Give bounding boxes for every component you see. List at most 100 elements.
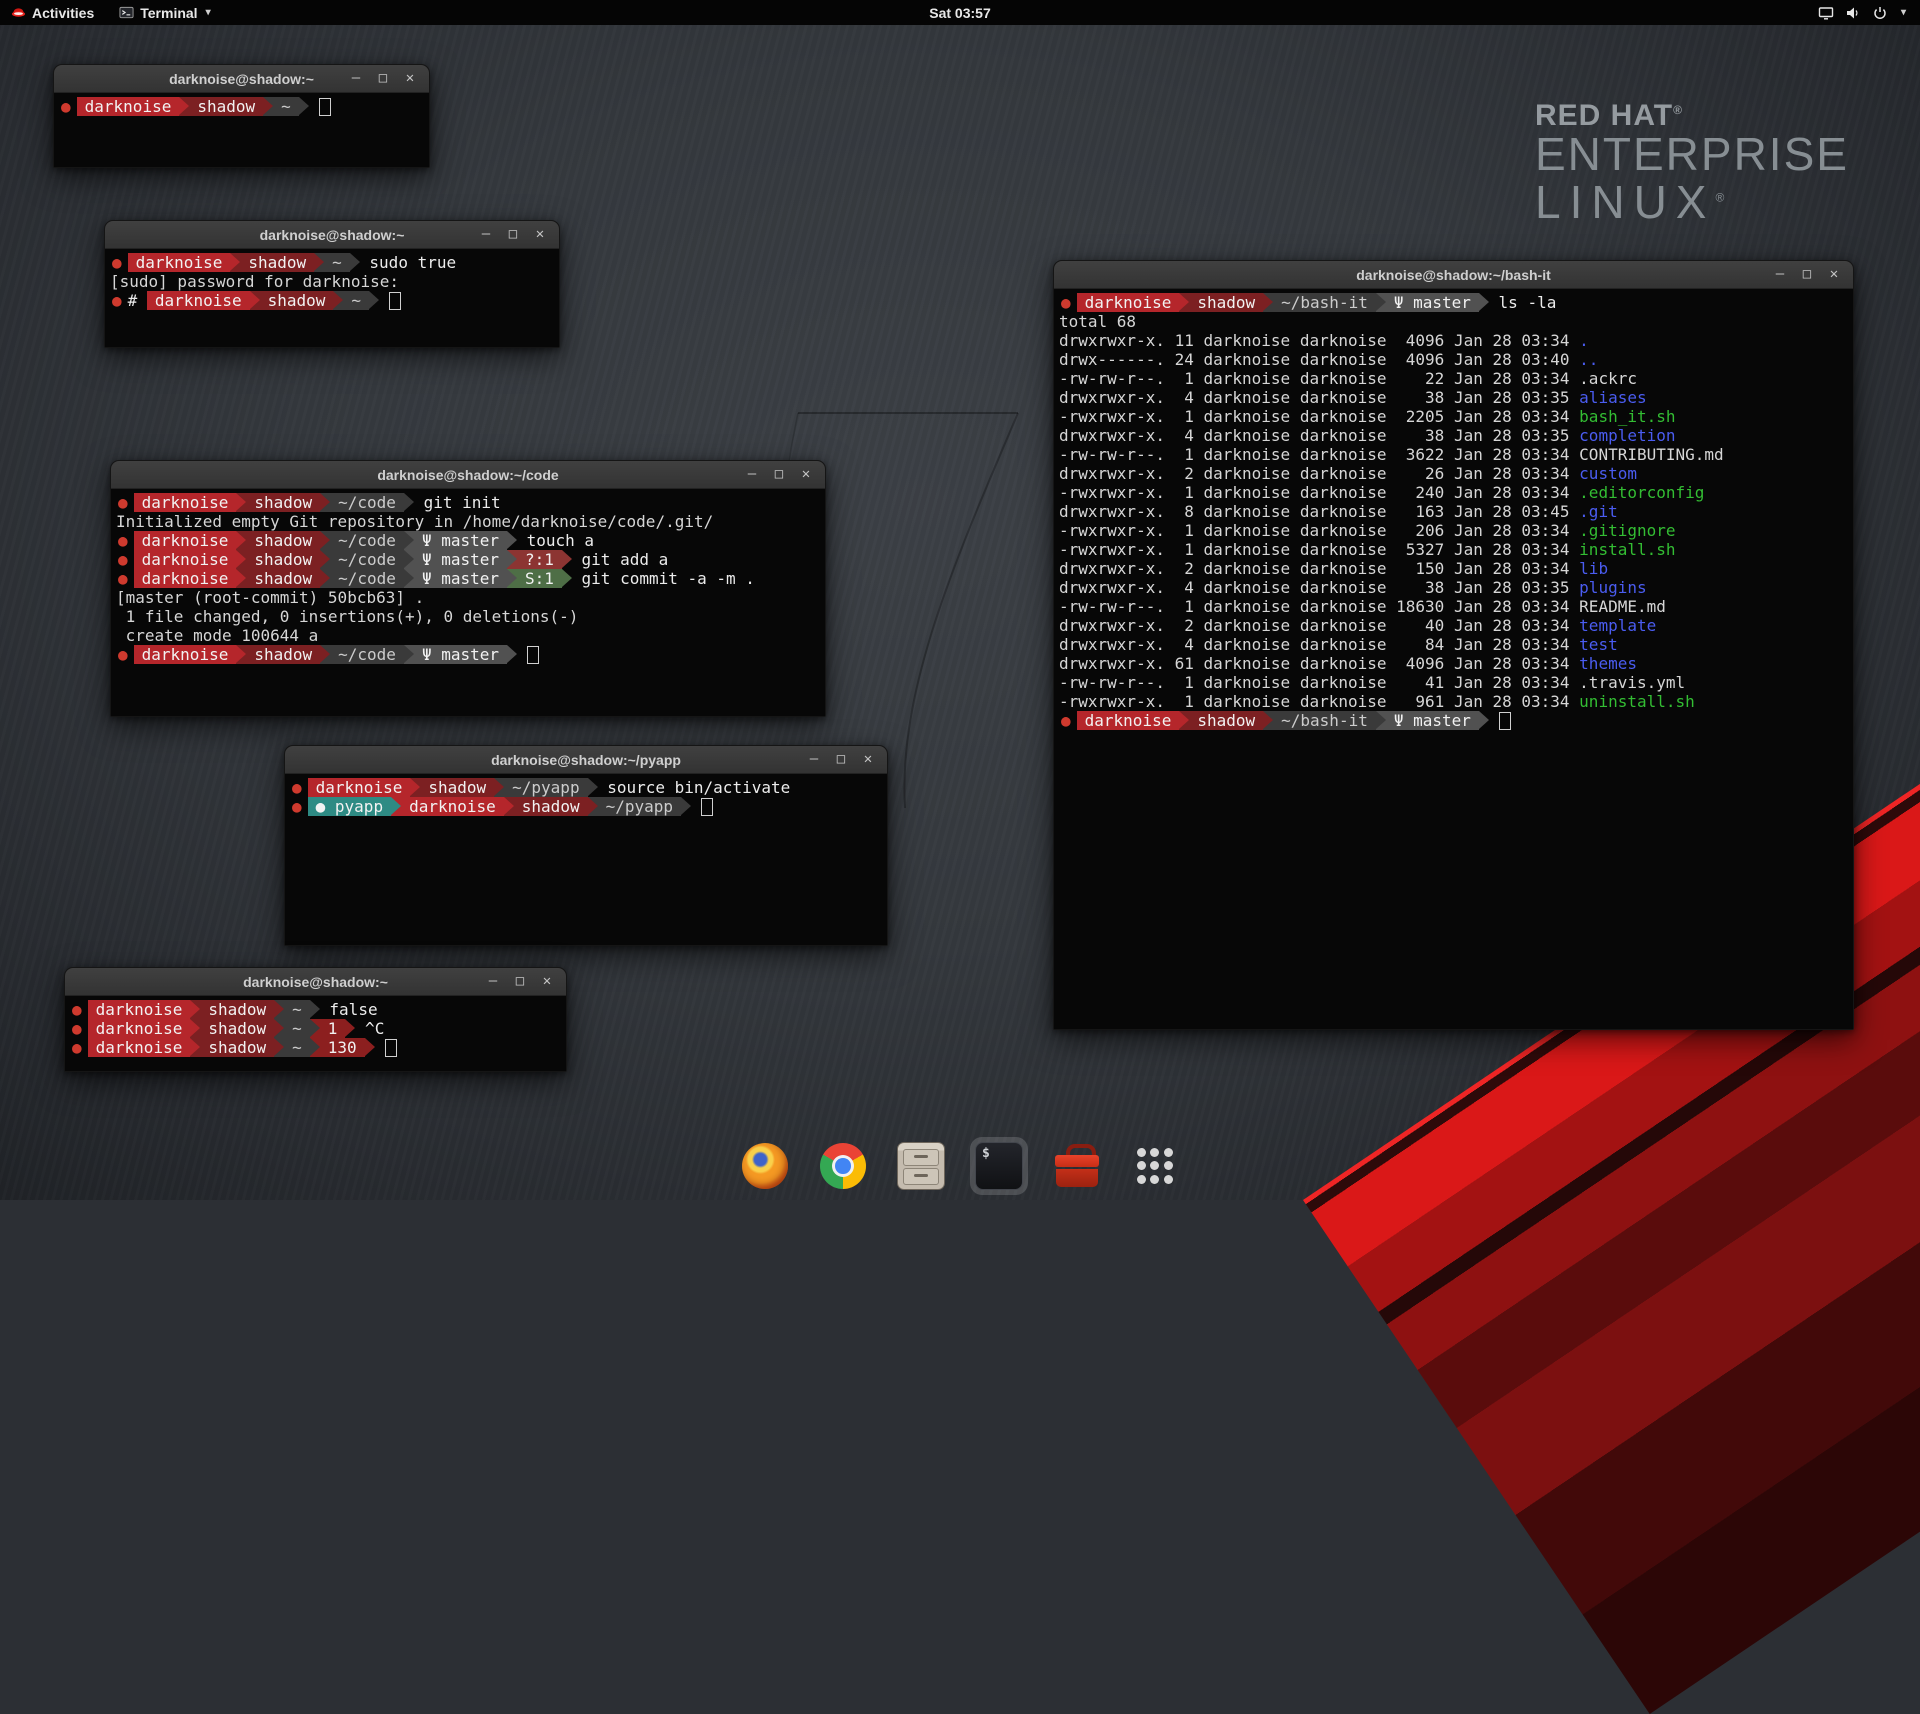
powerline-separator: [190, 1000, 200, 1019]
powerline-separator: [230, 253, 240, 272]
user-segment: darknoise: [401, 797, 504, 816]
clock[interactable]: Sat 03:57: [929, 0, 990, 25]
terminal-content[interactable]: ●darknoiseshadow~/bash-itΨ master ls -la…: [1054, 289, 1853, 1029]
app-menu[interactable]: Terminal ▾: [105, 0, 221, 25]
path-segment: ~/code: [330, 569, 404, 588]
powerline-separator: [236, 550, 246, 569]
terminal-line: ●darknoiseshadow~/codeΨ master?:1 git ad…: [116, 550, 820, 569]
window-titlebar[interactable]: darknoise@shadow:~ – □ ✕: [54, 65, 429, 93]
user-segment: darknoise: [77, 97, 180, 116]
git-segment: Ψ master: [1386, 293, 1479, 312]
powerline-separator: [333, 291, 343, 310]
volume-icon: [1845, 5, 1861, 21]
terminal-line: ●darknoiseshadow~/bash-itΨ master ls -la: [1059, 293, 1848, 312]
terminal-window-bash-it[interactable]: darknoise@shadow:~/bash-it – □ ✕ ●darkno…: [1053, 260, 1854, 1030]
system-menu[interactable]: ▾: [1804, 0, 1920, 25]
minimize-button[interactable]: –: [484, 968, 502, 995]
maximize-button[interactable]: □: [511, 968, 529, 995]
chrome-dock-icon[interactable]: [814, 1137, 872, 1195]
terminal-content[interactable]: ●darknoiseshadow~: [54, 93, 429, 167]
maximize-button[interactable]: □: [504, 221, 522, 248]
terminal-cursor: [385, 1039, 397, 1057]
maximize-button[interactable]: □: [1798, 261, 1816, 288]
terminal-cursor: [319, 98, 331, 116]
powerline-separator: [1179, 293, 1189, 312]
activities-button[interactable]: Activities: [0, 0, 105, 25]
terminal-content[interactable]: ●darknoiseshadow~ sudo true[sudo] passwo…: [105, 249, 559, 347]
terminal-text: #: [128, 291, 147, 310]
terminal-text: -rwxrwxr-x. 1 darknoise darknoise 240 Ja…: [1059, 483, 1579, 502]
close-button[interactable]: ✕: [1825, 261, 1843, 288]
files-dock-icon[interactable]: [892, 1137, 950, 1195]
host-segment: shadow: [246, 531, 320, 550]
git-segment: Ψ master: [414, 531, 507, 550]
path-segment: ~/code: [330, 493, 404, 512]
minimize-button[interactable]: –: [1771, 261, 1789, 288]
minimize-button[interactable]: –: [805, 746, 823, 773]
powerline-separator: [1479, 293, 1489, 312]
close-button[interactable]: ✕: [401, 65, 419, 92]
terminal-line: ●darknoiseshadow~: [59, 97, 424, 116]
window-titlebar[interactable]: darknoise@shadow:~/code – □ ✕: [111, 461, 825, 489]
terminal-line: -rwxrwxr-x. 1 darknoise darknoise 5327 J…: [1059, 540, 1848, 559]
terminal-line: -rwxrwxr-x. 1 darknoise darknoise 240 Ja…: [1059, 483, 1848, 502]
maximize-button[interactable]: □: [374, 65, 392, 92]
terminal-window-sudo[interactable]: darknoise@shadow:~ – □ ✕ ●darknoiseshado…: [104, 220, 560, 348]
firefox-dock-icon[interactable]: [736, 1137, 794, 1195]
close-button[interactable]: ✕: [797, 461, 815, 488]
terminal-text: total 68: [1059, 312, 1136, 331]
terminal-content[interactable]: ●darknoiseshadow~/pyapp source bin/activ…: [285, 774, 887, 945]
close-button[interactable]: ✕: [538, 968, 556, 995]
terminal-text: -rwxrwxr-x. 1 darknoise darknoise 961 Ja…: [1059, 692, 1579, 711]
terminal-line: ●darknoiseshadow~130: [70, 1038, 561, 1057]
terminal-line: drwxrwxr-x. 11 darknoise darknoise 4096 …: [1059, 331, 1848, 350]
powerline-separator: [404, 550, 414, 569]
close-button[interactable]: ✕: [531, 221, 549, 248]
powerline-separator: [274, 1019, 284, 1038]
terminal-window-home-2[interactable]: darknoise@shadow:~ – □ ✕ ●darknoiseshado…: [64, 967, 567, 1072]
maximize-button[interactable]: □: [770, 461, 788, 488]
terminal-text: .travis.yml: [1579, 673, 1685, 692]
terminal-dock-icon[interactable]: $: [970, 1137, 1028, 1195]
terminal-text: install.sh: [1579, 540, 1675, 559]
terminal-window-home-1[interactable]: darknoise@shadow:~ – □ ✕ ●darknoiseshado…: [53, 64, 430, 168]
powerline-separator: [320, 550, 330, 569]
terminal-line: drwxrwxr-x. 4 darknoise darknoise 38 Jan…: [1059, 426, 1848, 445]
window-titlebar[interactable]: darknoise@shadow:~ – □ ✕: [65, 968, 566, 996]
prompt-dot-icon: ●: [116, 645, 134, 664]
host-segment: shadow: [1189, 711, 1263, 730]
host-segment: shadow: [246, 645, 320, 664]
window-title: darknoise@shadow:~/code: [377, 467, 558, 483]
minimize-button[interactable]: –: [477, 221, 495, 248]
window-title: darknoise@shadow:~/pyapp: [491, 752, 681, 768]
terminal-window-code[interactable]: darknoise@shadow:~/code – □ ✕ ●darknoise…: [110, 460, 826, 717]
minimize-button[interactable]: –: [743, 461, 761, 488]
terminal-content[interactable]: ●darknoiseshadow~/code git initInitializ…: [111, 489, 825, 716]
terminal-text: create mode 100644 a: [116, 626, 318, 645]
terminal-window-pyapp[interactable]: darknoise@shadow:~/pyapp – □ ✕ ●darknois…: [284, 745, 888, 946]
terminal-line: drwxrwxr-x. 2 darknoise darknoise 26 Jan…: [1059, 464, 1848, 483]
powerline-separator: [507, 569, 517, 588]
terminal-line: [master (root-commit) 50bcb63] .: [116, 588, 820, 607]
maximize-button[interactable]: □: [832, 746, 850, 773]
powerline-separator: [1263, 711, 1273, 730]
terminal-text: custom: [1579, 464, 1637, 483]
minimize-button[interactable]: –: [347, 65, 365, 92]
terminal-content[interactable]: ●darknoiseshadow~ false●darknoiseshadow~…: [65, 996, 566, 1071]
window-titlebar[interactable]: darknoise@shadow:~/bash-it – □ ✕: [1054, 261, 1853, 289]
window-titlebar[interactable]: darknoise@shadow:~/pyapp – □ ✕: [285, 746, 887, 774]
prompt-dot-icon: ●: [59, 97, 77, 116]
toolbox-dock-icon[interactable]: [1048, 1137, 1106, 1195]
prompt-dot-icon: ●: [116, 531, 134, 550]
terminal-text: Initialized empty Git repository in /hom…: [116, 512, 713, 531]
window-titlebar[interactable]: darknoise@shadow:~ – □ ✕: [105, 221, 559, 249]
powerline-separator: [1479, 711, 1489, 730]
close-button[interactable]: ✕: [859, 746, 877, 773]
show-apps-dock-icon[interactable]: [1126, 1137, 1184, 1195]
terminal-text: git init: [414, 493, 501, 512]
terminal-cursor: [701, 798, 713, 816]
prompt-dot-icon: ●: [70, 1038, 88, 1057]
path-segment: ~/pyapp: [504, 778, 587, 797]
user-segment: darknoise: [1077, 711, 1180, 730]
terminal-line: ●# darknoiseshadow~: [110, 291, 554, 310]
